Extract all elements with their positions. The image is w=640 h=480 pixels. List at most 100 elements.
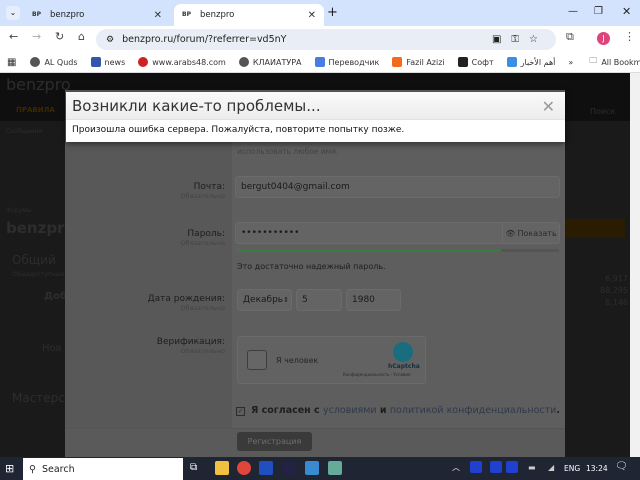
app-icon[interactable]: [305, 461, 319, 475]
task-view-icon[interactable]: ⧉: [190, 462, 197, 473]
tray-app-icon[interactable]: [506, 461, 518, 473]
chrome-icon[interactable]: [237, 461, 251, 475]
forward-icon[interactable]: →: [32, 30, 41, 43]
reload-icon[interactable]: ↻: [55, 30, 64, 43]
file-explorer-icon[interactable]: [215, 461, 229, 475]
register-button[interactable]: Регистрация: [237, 432, 312, 451]
home-icon[interactable]: ⌂: [78, 30, 85, 43]
clock[interactable]: 13:24: [586, 464, 608, 473]
favicon-icon: BP: [32, 10, 41, 18]
minimize-icon[interactable]: —: [568, 6, 578, 17]
new-tab-icon[interactable]: +: [327, 5, 338, 20]
close-icon[interactable]: ✕: [542, 97, 555, 116]
extensions-icon[interactable]: ⧉: [566, 30, 574, 44]
taskbar-search[interactable]: ⚲ Search: [23, 458, 183, 480]
bookmark-label: AL Quds: [44, 57, 78, 67]
search-label: Search: [41, 463, 75, 475]
apps-icon[interactable]: ▦: [7, 57, 16, 68]
hcaptcha-logo-icon: [393, 342, 413, 362]
captcha-links[interactable]: Конфиденциальность - Условия: [343, 372, 410, 377]
show-password-button[interactable]: 👁 Показать: [502, 223, 559, 243]
verification-label: Верификация: Обязательно: [156, 337, 225, 355]
app-icon[interactable]: [282, 461, 296, 475]
dob-label: Дата рождения: Обязательно: [147, 294, 225, 312]
network-icon[interactable]: ◢: [548, 463, 554, 472]
captcha-label: Я человек: [276, 356, 319, 365]
password-strength-meter: [237, 249, 559, 252]
hcaptcha-brand: hCaptcha: [388, 363, 420, 370]
form-footer: [65, 428, 565, 457]
password-value: •••••••••••: [241, 228, 300, 238]
tab-benzpro-1[interactable]: BP benzpro ✕: [24, 4, 170, 26]
windows-start-icon[interactable]: ⊞: [5, 462, 14, 475]
battery-icon[interactable]: ▬: [528, 463, 536, 472]
privacy-link[interactable]: политикой конфиденциальности: [390, 405, 557, 416]
favicon-icon: BP: [182, 10, 191, 18]
bookmark-label: Софт: [471, 57, 494, 67]
year-field[interactable]: 1980: [346, 289, 401, 311]
close-window-icon[interactable]: ✕: [622, 5, 631, 18]
bookmark-translator[interactable]: Переводчик: [314, 57, 380, 67]
password-strength-text: Это достаточно надежный пароль.: [237, 262, 386, 271]
tab-benzpro-2[interactable]: BP benzpro ✕: [174, 4, 324, 26]
password-label: Пароль: Обязательно: [180, 229, 225, 247]
tray-app-icon[interactable]: [490, 461, 502, 473]
terms-link[interactable]: условиями: [323, 405, 377, 416]
tab-strip: ⌄ BP benzpro ✕ BP benzpro ✕ + — ❐ ✕: [0, 0, 640, 26]
app-icon[interactable]: [259, 461, 273, 475]
install-key-star-icons[interactable]: ▣⚿☆: [492, 34, 548, 45]
bookmark-klaviatura[interactable]: КЛАИАТУРА: [238, 57, 302, 67]
bookmark-arabs48[interactable]: www.arabs48.com: [138, 57, 226, 67]
username-hint: использовать любое имя.: [237, 147, 339, 156]
app-icon[interactable]: [328, 461, 342, 475]
bookmarks-bar: ▦ AL Quds news www.arabs48.com КЛАИАТУРА…: [0, 52, 640, 73]
bookmark-soft[interactable]: Софт: [457, 57, 494, 67]
hcaptcha-widget: Я человек hCaptcha Конфиденциальность - …: [237, 336, 426, 384]
page-scrollbar[interactable]: [630, 73, 640, 457]
folder-icon: 🗀: [589, 56, 598, 65]
day-field[interactable]: 5: [296, 289, 342, 311]
tray-chevron-icon[interactable]: ︿: [452, 462, 460, 473]
captcha-checkbox[interactable]: [247, 350, 267, 370]
tab-search-button[interactable]: ⌄: [6, 6, 20, 20]
bookmark-fazil-azizi[interactable]: Fazil Azizi: [392, 57, 445, 67]
back-icon[interactable]: ←: [9, 30, 18, 43]
agree-checkbox[interactable]: ✓: [236, 407, 245, 416]
agree-text: Я согласен с условиями и политикой конфи…: [251, 405, 560, 416]
tab-title: benzpro: [200, 10, 235, 20]
section-title: Общий: [12, 253, 56, 267]
bookmark-arabic-news[interactable]: أهم الأخبار: [506, 57, 555, 67]
bookmark-label: КЛАИАТУРА: [252, 57, 302, 67]
error-dialog-title: Возникли какие-то проблемы...: [66, 92, 565, 120]
month-select[interactable]: Декабрь ⇕: [237, 289, 292, 311]
site-logo: benzpro: [6, 75, 71, 94]
more-bookmarks-icon[interactable]: »: [568, 58, 573, 67]
section-subtitle: Общедоступные: [12, 271, 65, 278]
bookmark-label: Переводчик: [328, 57, 380, 67]
menu-icon[interactable]: ⋮: [624, 30, 635, 43]
email-field[interactable]: bergut0404@gmail.com: [235, 176, 560, 198]
bookmark-label: news: [104, 57, 126, 67]
site-settings-icon[interactable]: ⚙: [106, 35, 114, 45]
bookmark-label: All Bookmarks: [601, 57, 640, 67]
bookmark-label: Fazil Azizi: [406, 57, 445, 67]
search-icon: ⚲: [29, 463, 36, 475]
bookmark-label: www.arabs48.com: [152, 57, 226, 67]
close-tab-icon[interactable]: ✕: [154, 10, 162, 21]
tray-app-icon[interactable]: [470, 461, 482, 473]
eye-icon: 👁: [505, 228, 516, 238]
section-title: Мастерс: [12, 391, 65, 405]
address-bar[interactable]: ⚙ benzpro.ru/forum/?referrer=vd5nY ▣⚿☆: [96, 29, 556, 50]
language-indicator[interactable]: ENG: [564, 464, 580, 473]
profile-avatar[interactable]: J: [597, 32, 610, 45]
close-tab-icon[interactable]: ✕: [308, 10, 316, 21]
bookmark-al-quds[interactable]: AL Quds: [30, 57, 78, 67]
tab-title: benzpro: [50, 10, 85, 20]
nav-rules: ПРАВИЛА: [16, 106, 55, 114]
bookmark-news[interactable]: news: [90, 57, 126, 67]
error-dialog: Возникли какие-то проблемы... ✕ Произошл…: [66, 92, 565, 142]
notifications-icon[interactable]: 🗨: [615, 461, 628, 472]
restore-icon[interactable]: ❐: [594, 6, 603, 17]
url-text: benzpro.ru/forum/?referrer=vd5nY: [122, 34, 287, 45]
all-bookmarks[interactable]: 🗀All Bookmarks: [589, 55, 640, 69]
